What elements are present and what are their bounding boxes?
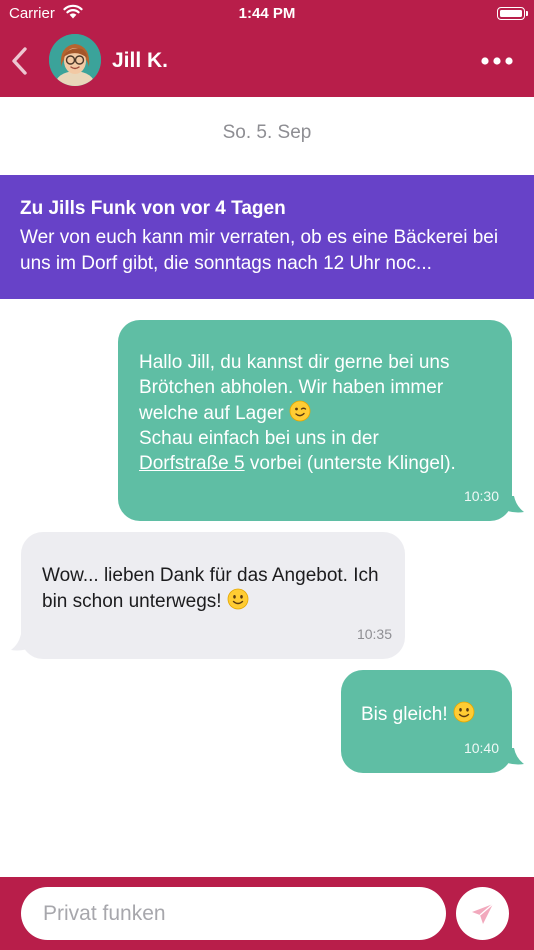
- message-time: 10:35: [356, 626, 392, 642]
- smiling-face-emoji-icon: [227, 588, 249, 610]
- ellipsis-icon: [481, 57, 513, 65]
- top-bar: Carrier 1:44 PM Jill K.: [0, 0, 534, 97]
- status-time: 1:44 PM: [238, 5, 296, 22]
- smiling-face-emoji-icon: [453, 701, 475, 723]
- message-text: Wow... lieben Dank für das Angebot. Ich …: [42, 565, 379, 612]
- back-button[interactable]: [6, 44, 34, 78]
- status-bar: Carrier 1:44 PM: [0, 0, 534, 28]
- contact-name[interactable]: Jill K.: [112, 49, 168, 73]
- avatar-portrait: [49, 34, 101, 86]
- message-bubble-outgoing[interactable]: Bis gleich! 10:40: [341, 670, 512, 773]
- message-text: Hallo Jill, du kannst dir gerne bei uns …: [139, 352, 456, 474]
- date-separator: So. 5. Sep: [222, 122, 312, 143]
- chevron-left-icon: [12, 47, 27, 75]
- message-input[interactable]: [21, 887, 446, 940]
- referenced-post-banner[interactable]: Zu Jills Funk von vor 4 Tagen Wer von eu…: [0, 175, 534, 299]
- winking-face-emoji-icon: [289, 400, 311, 422]
- send-button[interactable]: [456, 887, 509, 940]
- nav-bar: Jill K.: [0, 28, 534, 97]
- referenced-post-title: Zu Jills Funk von vor 4 Tagen: [20, 198, 286, 219]
- message-bubble-outgoing[interactable]: Hallo Jill, du kannst dir gerne bei uns …: [118, 320, 512, 521]
- paper-plane-icon: [472, 903, 494, 924]
- message-time: 10:40: [463, 740, 499, 756]
- composer-bar: [0, 877, 534, 950]
- message-text: Bis gleich!: [361, 704, 448, 725]
- battery-icon: [497, 7, 528, 20]
- message-bubble-incoming[interactable]: Wow... lieben Dank für das Angebot. Ich …: [21, 532, 405, 659]
- more-options-button[interactable]: [478, 48, 516, 74]
- message-time: 10:30: [463, 488, 499, 504]
- avatar[interactable]: [49, 34, 101, 86]
- address-link[interactable]: Dorfstraße 5: [139, 453, 245, 474]
- referenced-post-text: Wer von euch kann mir verraten, ob es ei…: [20, 227, 499, 274]
